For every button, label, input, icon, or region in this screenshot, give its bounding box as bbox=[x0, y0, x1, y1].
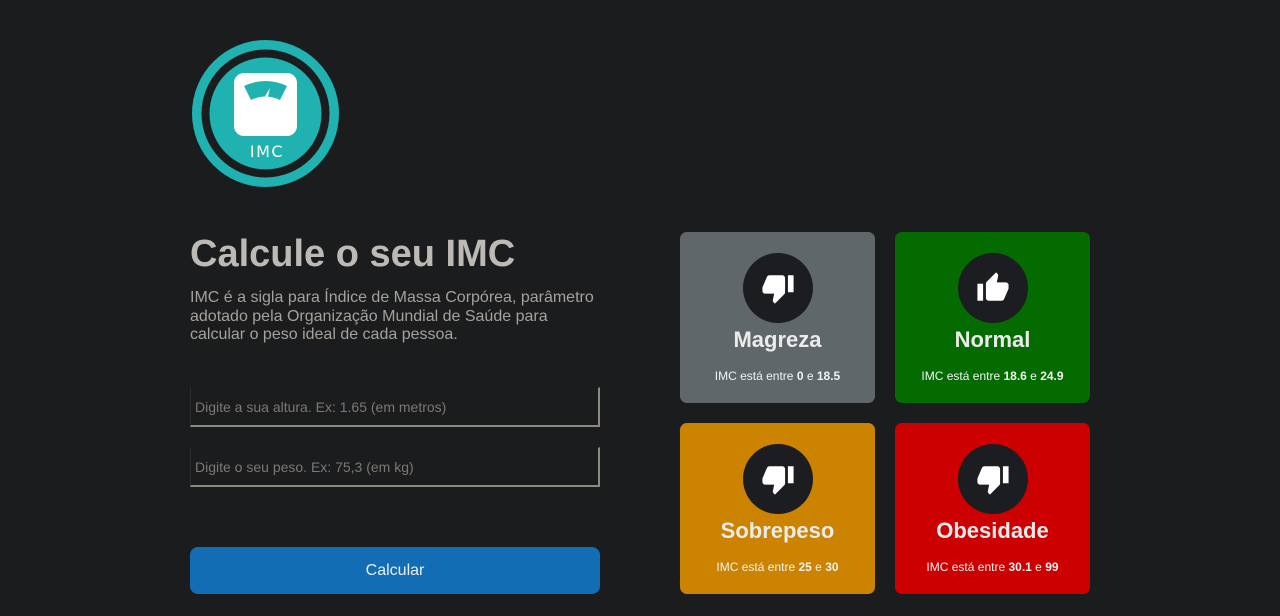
thumbs-down-icon bbox=[742, 444, 813, 514]
category-name: Sobrepeso bbox=[720, 518, 835, 543]
category-card-obesidade: Obesidade IMC está entre 30.1 e 99 bbox=[895, 423, 1090, 594]
category-card-magreza: Magreza IMC está entre 0 e 18.5 bbox=[680, 232, 875, 403]
category-name: Obesidade bbox=[936, 518, 1049, 543]
category-card-sobrepeso: Sobrepeso IMC está entre 25 e 30 bbox=[680, 423, 875, 594]
calculate-button[interactable]: Calcular bbox=[190, 547, 600, 594]
category-range: IMC está entre 18.6 e 24.9 bbox=[921, 369, 1064, 383]
calculator-panel: Calcule o seu IMC IMC é a sigla para Índ… bbox=[190, 232, 600, 594]
category-range: IMC está entre 0 e 18.5 bbox=[714, 369, 841, 383]
category-range: IMC está entre 30.1 e 99 bbox=[926, 560, 1059, 574]
thumbs-down-icon bbox=[957, 444, 1028, 514]
weight-input[interactable] bbox=[190, 447, 600, 487]
category-name: Magreza bbox=[733, 327, 822, 352]
page-description: IMC é a sigla para Índice de Massa Corpó… bbox=[190, 289, 594, 344]
imc-logo: IMC bbox=[192, 40, 339, 187]
height-input[interactable] bbox=[190, 387, 600, 427]
thumbs-down-icon bbox=[742, 253, 813, 323]
scale-icon: IMC bbox=[192, 40, 339, 187]
logo-text: IMC bbox=[250, 142, 284, 161]
category-range: IMC está entre 25 e 30 bbox=[716, 560, 839, 574]
category-card-normal: Normal IMC está entre 18.6 e 24.9 bbox=[895, 232, 1090, 403]
page-title: Calcule o seu IMC bbox=[190, 233, 516, 275]
category-name: Normal bbox=[954, 327, 1031, 352]
thumbs-up-icon bbox=[957, 253, 1028, 323]
